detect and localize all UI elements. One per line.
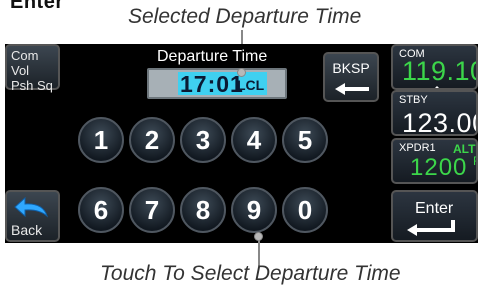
callout-touch-to-select: Touch To Select Departure Time <box>100 262 401 285</box>
key-5[interactable]: 5 <box>282 117 328 163</box>
enter-label: Enter <box>415 200 454 217</box>
back-button[interactable]: Back <box>5 190 60 242</box>
key-9[interactable]: 9 <box>231 187 277 233</box>
key-6[interactable]: 6 <box>78 187 124 233</box>
time-unit-label: LCL <box>237 77 265 93</box>
back-arrow-icon <box>14 196 48 218</box>
backspace-button[interactable]: BKSP <box>323 52 379 102</box>
enter-button[interactable]: Enter <box>391 190 478 242</box>
departure-time-value: 17:01 <box>180 71 244 97</box>
key-4[interactable]: 4 <box>231 117 277 163</box>
stby-label: STBY <box>399 94 428 106</box>
key-1[interactable]: 1 <box>78 117 124 163</box>
xpdr-label: XPDR1 <box>399 142 436 154</box>
callout-dot-top <box>237 68 246 77</box>
com-standby-button[interactable]: STBY 123.00 <box>391 90 478 136</box>
com-active-frequency: 119.10 <box>402 56 478 86</box>
com-active-button[interactable]: COM 119.10 <box>391 44 478 90</box>
com-vol-label: Com Vol <box>11 48 39 78</box>
enter-return-icon <box>407 220 455 236</box>
departure-time-title: Departure Time <box>157 48 268 65</box>
departure-time-display: 17:01 LCL <box>147 68 287 99</box>
key-0[interactable]: 0 <box>282 187 328 233</box>
com-vol-knob-button[interactable]: Com Vol Psh Sq <box>5 44 60 93</box>
key-7[interactable]: 7 <box>129 187 175 233</box>
xpdr-reply-indicator: R <box>473 154 476 168</box>
psh-sq-label: Psh Sq <box>11 78 53 93</box>
bksp-label: BKSP <box>332 60 370 76</box>
key-8[interactable]: 8 <box>180 187 226 233</box>
section-heading: Enter <box>10 0 64 13</box>
transponder-button[interactable]: XPDR1 ALT 1200 R <box>391 138 478 184</box>
key-2[interactable]: 2 <box>129 117 175 163</box>
squawk-code: 1200 <box>410 154 468 181</box>
left-arrow-icon <box>335 83 369 95</box>
callout-selected-departure-time: Selected Departure Time <box>128 5 362 28</box>
com-standby-frequency: 123.00 <box>402 108 476 136</box>
callout-dot-bottom <box>254 232 263 241</box>
key-3[interactable]: 3 <box>180 117 226 163</box>
back-label: Back <box>11 222 43 238</box>
